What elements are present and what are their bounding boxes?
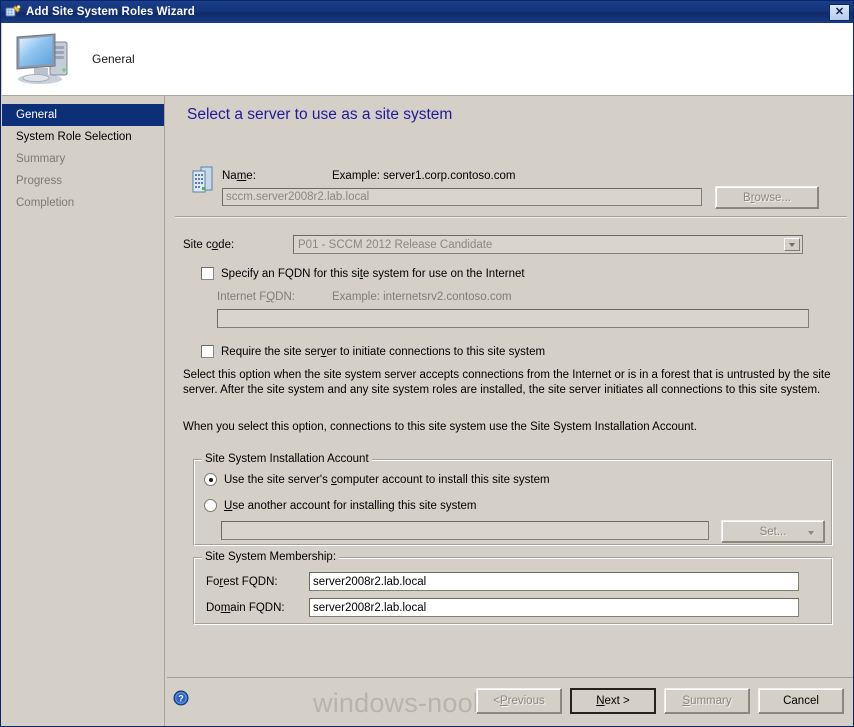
server-icon (192, 166, 214, 194)
installation-account-group-title: Site System Installation Account (202, 453, 372, 465)
installation-account-group: Site System Installation Account Use the… (193, 453, 833, 546)
computer-icon (14, 32, 76, 86)
internet-fqdn-example: Example: internetsrv2.contoso.com (332, 291, 512, 303)
footer-buttons: < Previous Next > Summary Cancel (476, 688, 844, 714)
domain-fqdn-label: Domain FQDN: (206, 602, 285, 614)
description-paragraph-1: Select this option when the site system … (183, 369, 831, 396)
site-code-dropdown[interactable]: P01 - SCCM 2012 Release Candidate (293, 235, 803, 254)
radio-computer-account[interactable]: Use the site server's computer account t… (204, 473, 550, 486)
checkbox-box[interactable] (201, 345, 214, 358)
sidebar-item-general[interactable]: General (2, 104, 164, 126)
sidebar-item-summary: Summary (16, 153, 66, 165)
another-account-input (221, 521, 709, 540)
set-account-button: Set... (721, 520, 825, 543)
browse-button: Br owse... (715, 186, 819, 209)
name-label: Name: (222, 170, 256, 182)
membership-group-title: Site System Membership: (202, 551, 340, 563)
window-title: Add Site System Roles Wizard (26, 6, 195, 18)
radio-button[interactable] (204, 473, 217, 486)
help-icon[interactable]: ? (173, 690, 189, 706)
internet-fqdn-label: Internet FQDN: (217, 291, 295, 303)
checkbox-box[interactable] (201, 267, 214, 280)
name-example: Example: server1.corp.contoso.com (332, 170, 516, 182)
domain-fqdn-input[interactable]: server2008r2.lab.local (309, 598, 799, 617)
forest-fqdn-label: Forest FQDN: (206, 576, 278, 588)
chevron-down-icon[interactable] (784, 238, 800, 251)
specify-fqdn-checkbox[interactable]: Specify an FQDN for this site system for… (201, 267, 525, 280)
svg-text:?: ? (178, 694, 184, 704)
site-code-value: P01 - SCCM 2012 Release Candidate (298, 238, 493, 251)
description-paragraph-2: When you select this option, connections… (183, 421, 697, 433)
wizard-header: General (2, 23, 853, 96)
previous-button: < Previous (476, 688, 562, 714)
set-account-label: Set... (759, 525, 787, 538)
wizard-footer: ? windows-noob.com < Previous Next > Sum… (167, 677, 853, 726)
header-separator (175, 216, 847, 218)
summary-button: Summary (664, 688, 750, 714)
forest-fqdn-input[interactable]: server2008r2.lab.local (309, 572, 799, 591)
wizard-content: Select a server to use as a site system … (167, 96, 853, 726)
sidebar-item-progress: Progress (16, 175, 63, 187)
server-name-input[interactable]: sccm.server2008r2.lab.local (222, 188, 702, 206)
wizard-sidebar: General System Role Selection Summary Pr… (2, 96, 165, 726)
sidebar-item-system-role-selection[interactable]: System Role Selection (2, 126, 164, 148)
close-glyph: ✕ (834, 5, 845, 18)
cancel-button[interactable]: Cancel (758, 688, 844, 714)
wizard-icon (5, 4, 21, 20)
radio-another-account[interactable]: Use another account for installing this … (204, 499, 477, 512)
radio-computer-account-label: Use the site server's computer account t… (224, 473, 550, 486)
require-site-server-checkbox[interactable]: Require the site server to initiate conn… (201, 345, 545, 358)
specify-fqdn-label: Specify an FQDN for this site system for… (221, 267, 525, 280)
radio-button[interactable] (204, 499, 217, 512)
header-step-label: General (92, 52, 135, 66)
wizard-window: Add Site System Roles Wizard ✕ General G… (0, 0, 854, 727)
page-title: Select a server to use as a site system (187, 106, 453, 123)
internet-fqdn-input (217, 309, 809, 328)
radio-another-account-label: Use another account for installing this … (224, 499, 477, 512)
close-icon[interactable]: ✕ (829, 3, 850, 21)
title-bar: Add Site System Roles Wizard ✕ (1, 1, 853, 23)
site-code-label: Site code: (183, 239, 235, 251)
sidebar-item-completion: Completion (16, 197, 75, 209)
next-button[interactable]: Next > (570, 688, 656, 714)
require-site-server-label: Require the site server to initiate conn… (221, 345, 546, 358)
membership-group: Site System Membership: Forest FQDN: ser… (193, 551, 833, 625)
